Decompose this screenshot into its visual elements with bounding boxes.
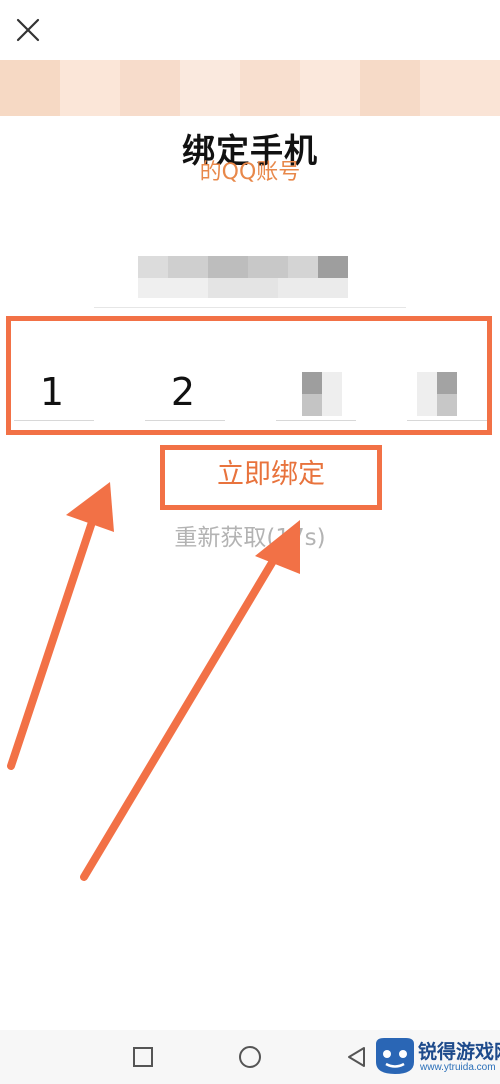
resend-code-link[interactable]: 重新获取(17s): [0, 518, 500, 552]
account-subtitle: 的QQ账号: [199, 160, 301, 185]
watermark-title: 锐得游戏网: [418, 1041, 500, 1063]
annotation-box-code: [6, 316, 492, 435]
circle-icon: [239, 1046, 261, 1068]
phone-underline: [94, 307, 406, 308]
watermark-url: www.ytruida.com: [420, 1062, 496, 1073]
phone-number-blurred: [138, 250, 348, 300]
annotation-box-bind: [160, 445, 382, 510]
close-icon: [16, 18, 40, 42]
close-button[interactable]: [14, 16, 42, 44]
recent-apps-button[interactable]: [130, 1044, 156, 1070]
triangle-back-icon: [348, 1047, 365, 1067]
square-icon: [133, 1047, 153, 1067]
blurred-banner: [0, 60, 500, 116]
back-button[interactable]: [344, 1044, 370, 1070]
home-button[interactable]: [237, 1044, 263, 1070]
